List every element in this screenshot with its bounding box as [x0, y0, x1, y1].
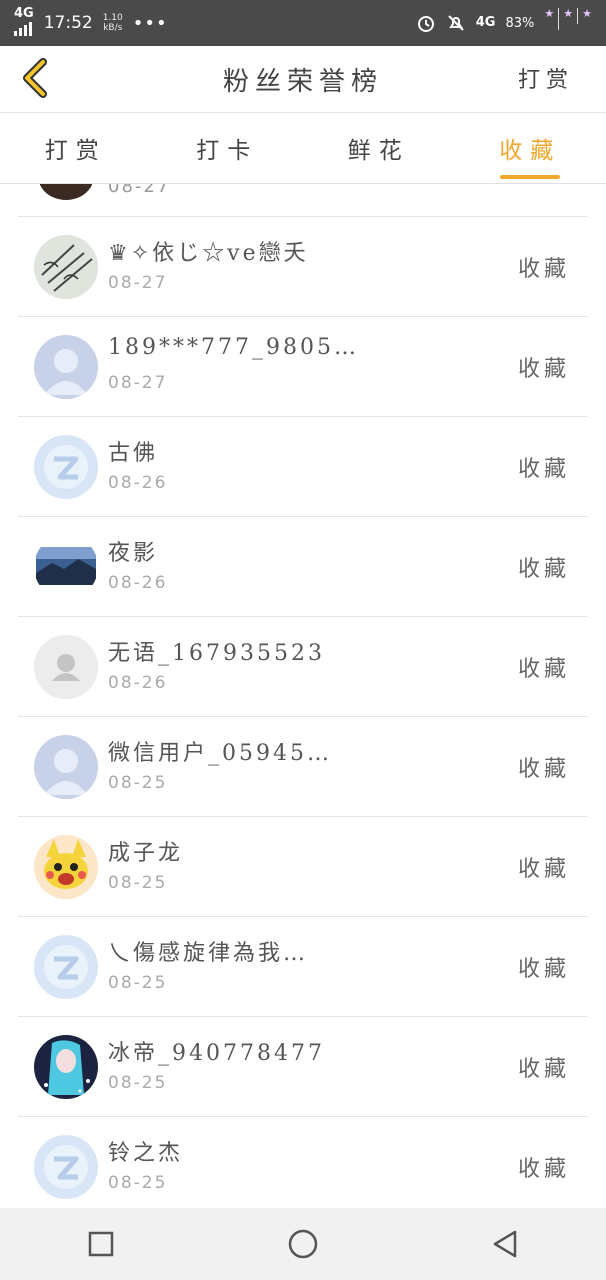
status-left: 4G 17:52 1.10 kB/s •••	[14, 5, 168, 39]
tab-reward[interactable]: 打赏	[0, 113, 152, 183]
reward-link[interactable]: 打赏	[518, 62, 574, 94]
user-name: 微信用户_05945…	[108, 741, 332, 766]
list-item[interactable]: 成子龙 08-25 收藏	[18, 817, 588, 917]
battery-level: 83%	[505, 15, 535, 31]
user-name: 189***777_9805…	[108, 335, 359, 360]
favorite-label: 收藏	[517, 1057, 570, 1082]
avatar	[38, 184, 94, 200]
square-icon	[88, 1231, 114, 1257]
list-item-date: 08-25	[108, 873, 168, 893]
avatar[interactable]	[34, 1135, 98, 1199]
system-navigation-bar	[0, 1208, 606, 1280]
list-item-date: 08-27	[108, 273, 168, 293]
status-bar: 4G 17:52 1.10 kB/s ••• 4G 83% ★ ★ ★	[0, 0, 606, 46]
alarm-icon	[416, 13, 436, 33]
avatar[interactable]	[34, 935, 98, 999]
list-item[interactable]: 08-27	[18, 184, 588, 217]
list-item-date: 08-27	[108, 184, 171, 197]
list-item[interactable]: 微信用户_05945… 08-25 收藏	[18, 717, 588, 817]
avatar[interactable]	[34, 1035, 98, 1099]
avatar[interactable]	[34, 735, 98, 799]
avatar[interactable]	[34, 535, 98, 599]
tab-bar: 打赏 打卡 鲜花 收藏	[0, 113, 606, 184]
avatar[interactable]	[34, 635, 98, 699]
fan-list[interactable]: 08-27 ♛✧依じ☆ve戀夭 08-27 收藏 189***777_9805… 08-…	[18, 184, 588, 1208]
favorite-label: 收藏	[517, 457, 570, 482]
header-bar: 粉丝荣誉榜 打赏	[0, 46, 606, 113]
home-button[interactable]	[273, 1214, 333, 1274]
network-speed: 1.10 kB/s	[103, 13, 123, 33]
list-item[interactable]: 铃之杰 08-25 收藏	[18, 1117, 588, 1208]
list-item[interactable]: 古佛 08-26 收藏	[18, 417, 588, 517]
favorite-label: 收藏	[517, 757, 570, 782]
favorite-label: 收藏	[517, 357, 570, 382]
more-dots-icon: •••	[132, 12, 168, 34]
tab-favorites[interactable]: 收藏	[455, 113, 606, 183]
favorite-label: 收藏	[517, 557, 570, 582]
user-name: 无语_167935523	[108, 641, 325, 666]
favorite-label: 收藏	[517, 1157, 570, 1182]
list-item-date: 08-26	[108, 673, 168, 693]
clock: 17:52	[43, 13, 93, 33]
list-item[interactable]: 冰帝_940778477 08-25 收藏	[18, 1017, 588, 1117]
network-indicator: 4G	[14, 5, 34, 39]
list-item-date: 08-25	[108, 773, 168, 793]
avatar[interactable]	[34, 235, 98, 299]
list-item[interactable]: ♛✧依じ☆ve戀夭 08-27 收藏	[18, 217, 588, 317]
favorite-label: 收藏	[517, 657, 570, 682]
back-button[interactable]	[14, 56, 54, 100]
recent-apps-button[interactable]	[71, 1214, 131, 1274]
user-name: 古佛	[108, 441, 159, 466]
favorite-label: 收藏	[517, 857, 570, 882]
star-decoration-icon: ★ ★ ★	[544, 8, 592, 38]
speed-unit: kB/s	[103, 23, 123, 33]
speed-value: 1.10	[102, 13, 123, 23]
list-item-date: 08-27	[108, 373, 168, 393]
avatar[interactable]	[34, 335, 98, 399]
user-name: 乀傷感旋律為我…	[108, 941, 309, 966]
signal-icon	[14, 20, 32, 36]
list-item[interactable]: 无语_167935523 08-26 收藏	[18, 617, 588, 717]
list-item-date: 08-26	[108, 473, 168, 493]
avatar[interactable]	[34, 835, 98, 899]
list-item-date: 08-25	[108, 1073, 168, 1093]
triangle-back-icon	[493, 1230, 517, 1258]
favorite-label: 收藏	[517, 957, 570, 982]
avatar[interactable]	[34, 435, 98, 499]
back-nav-button[interactable]	[475, 1214, 535, 1274]
page-title: 粉丝荣誉榜	[222, 66, 383, 97]
user-name: ♛✧依じ☆ve戀夭	[108, 241, 309, 266]
network-type: 4G	[14, 5, 34, 21]
chevron-left-icon	[23, 58, 47, 98]
list-item-date: 08-25	[108, 973, 168, 993]
status-right: 4G 83% ★ ★ ★	[416, 8, 592, 38]
user-name: 铃之杰	[108, 1141, 184, 1166]
user-name: 冰帝_940778477	[108, 1041, 325, 1066]
list-item-date: 08-25	[108, 1173, 168, 1193]
mute-bell-icon	[446, 13, 466, 33]
list-item[interactable]: 夜影 08-26 收藏	[18, 517, 588, 617]
circle-icon	[288, 1229, 318, 1259]
user-name: 成子龙	[108, 841, 184, 866]
tab-flowers[interactable]: 鲜花	[303, 113, 455, 183]
favorite-label: 收藏	[517, 257, 570, 282]
tab-checkin[interactable]: 打卡	[152, 113, 304, 183]
user-name: 夜影	[108, 541, 159, 566]
right-network-type: 4G	[475, 15, 496, 30]
list-item-date: 08-26	[108, 573, 168, 593]
list-item[interactable]: 189***777_9805… 08-27 收藏	[18, 317, 588, 417]
list-item[interactable]: 乀傷感旋律為我… 08-25 收藏	[18, 917, 588, 1017]
